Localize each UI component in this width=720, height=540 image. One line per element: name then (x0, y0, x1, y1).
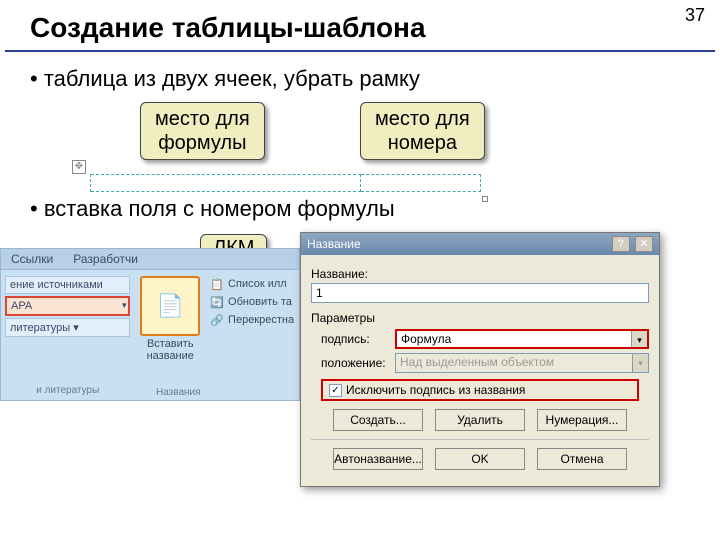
manage-sources-button[interactable]: ение источниками (5, 276, 130, 294)
ribbon: Ссылки Разработчи ение источниками APA▾ … (0, 248, 300, 401)
insert-caption-button[interactable]: 📄 (140, 276, 200, 336)
position-label: положение: (311, 356, 389, 370)
close-button[interactable]: ✕ (635, 236, 653, 252)
tab-references[interactable]: Ссылки (1, 249, 63, 269)
link-icon: 🔗 (210, 314, 224, 327)
ribbon-tabs: Ссылки Разработчи (1, 249, 299, 270)
table-cell-formula[interactable] (91, 174, 361, 192)
bullet-1: • таблица из двух ячеек, убрать рамку (0, 62, 720, 102)
params-label: Параметры (311, 311, 649, 325)
callout-area: место для формулы место для номера ✥ (90, 102, 720, 192)
exclude-checkbox-row[interactable]: ✓ Исключить подпись из названия (321, 379, 639, 401)
bullet-2: • вставка поля с номером формулы (0, 192, 720, 232)
help-button[interactable]: ? (612, 236, 630, 252)
cancel-button[interactable]: Отмена (537, 448, 627, 470)
bibliography-dropdown[interactable]: литературы ▾ (5, 318, 130, 337)
callout-formula: место для формулы (140, 102, 265, 160)
page-number: 37 (685, 5, 705, 26)
list-illustrations-button[interactable]: 📋Список илл (210, 276, 295, 292)
template-table: ✥ (90, 174, 510, 192)
style-apa-dropdown[interactable]: APA▾ (5, 296, 130, 316)
cross-reference-button[interactable]: 🔗Перекрестна (210, 312, 295, 328)
autoname-button[interactable]: Автоназвание... (333, 448, 423, 470)
caption-combo[interactable]: Формула▾ (395, 329, 649, 349)
chevron-down-icon: ▾ (631, 331, 647, 347)
chevron-down-icon: ▾ (122, 300, 127, 311)
caption-dialog: Название ? ✕ Название: Параметры подпись… (300, 232, 660, 487)
callout-number: место для номера (360, 102, 485, 160)
slide-title: Создание таблицы-шаблона (0, 0, 720, 50)
dialog-title: Название (307, 237, 361, 251)
move-handle-icon[interactable]: ✥ (72, 160, 86, 174)
checkbox-icon[interactable]: ✓ (329, 384, 342, 397)
insert-caption-label: Вставить название (136, 338, 204, 362)
table-row (90, 174, 510, 192)
delete-button[interactable]: Удалить (435, 409, 525, 431)
exclude-label: Исключить подпись из названия (346, 383, 525, 397)
numbering-button[interactable]: Нумерация... (537, 409, 627, 431)
list-icon: 📋 (210, 278, 224, 291)
name-input[interactable] (311, 283, 649, 303)
chevron-down-icon: ▾ (632, 354, 648, 372)
divider (5, 50, 715, 52)
position-combo: Над выделенным объектом▾ (395, 353, 649, 373)
dialog-titlebar[interactable]: Название ? ✕ (301, 233, 659, 255)
document-icon: 📄 (157, 293, 184, 319)
refresh-icon: 🔄 (210, 296, 224, 309)
create-button[interactable]: Создать... (333, 409, 423, 431)
group-label-bibliography: и литературы (5, 385, 130, 396)
name-label: Название: (311, 267, 649, 281)
table-cell-number[interactable] (361, 174, 481, 192)
update-table-button[interactable]: 🔄Обновить та (210, 294, 295, 310)
group-label-captions: Названия (156, 387, 201, 398)
caption-label: подпись: (311, 332, 389, 346)
tab-developer[interactable]: Разработчи (63, 249, 148, 269)
ok-button[interactable]: OK (435, 448, 525, 470)
